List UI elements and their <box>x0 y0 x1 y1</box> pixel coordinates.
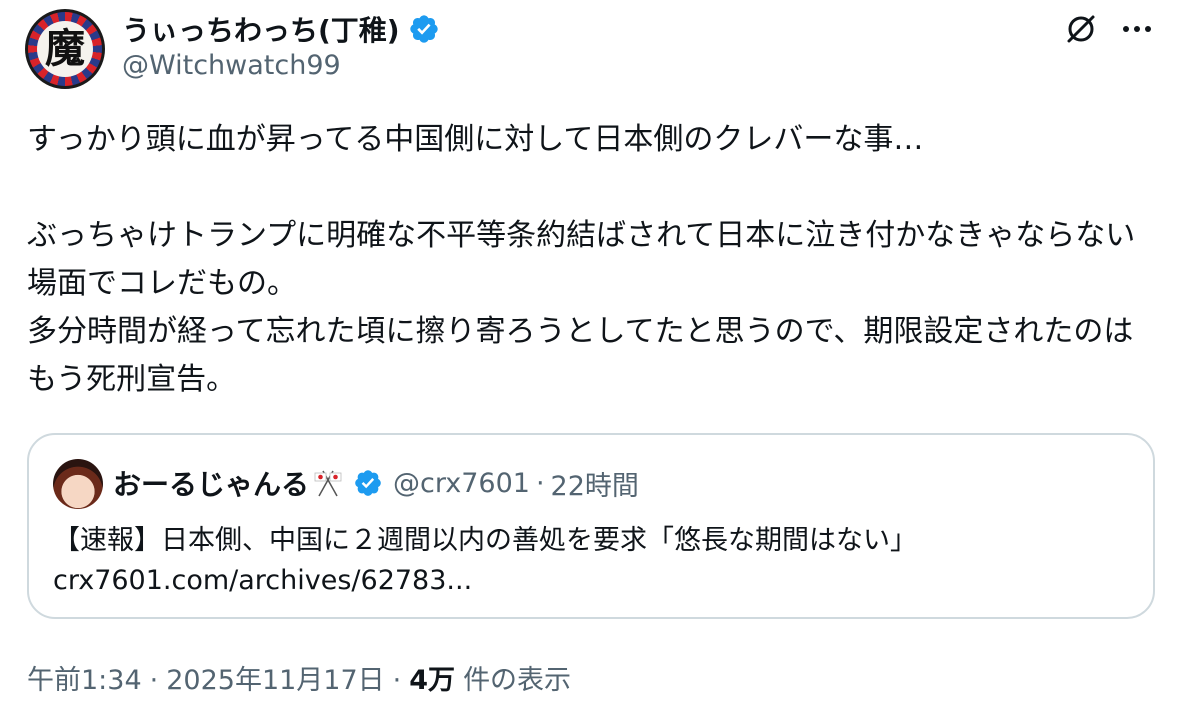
quote-tweet-card[interactable]: おーるじゃんる @crx7601 · 22時間 【速報】日本側、中国に２週間以内… <box>27 433 1155 619</box>
quote-author-name: おーるじゃんる <box>113 468 310 501</box>
tweet-date[interactable]: 2025年11月17日 <box>166 658 384 697</box>
quote-separator: · <box>535 467 545 499</box>
tweet-text: すっかり頭に血が昇ってる中国側に対して日本側のクレバーな事… ぶっちゃけトランプ… <box>27 122 1136 397</box>
grok-icon[interactable] <box>1064 12 1098 46</box>
more-icon[interactable] <box>1120 12 1154 46</box>
author-handle[interactable]: @Witchwatch99 <box>122 50 341 81</box>
crossed-flags-icon <box>313 468 343 498</box>
quote-author-handle: @crx7601 <box>393 467 530 499</box>
meta-separator: · <box>149 665 159 696</box>
author-display-name[interactable]: うぃっちわっち(丁稚) <box>122 9 400 49</box>
meta-separator: · <box>392 665 402 696</box>
verified-badge-icon[interactable] <box>408 13 440 45</box>
tweet-meta: 午前1:34 · 2025年11月17日 · 4万 件の表示 <box>27 658 571 697</box>
author-name-row: うぃっちわっち(丁稚) <box>122 10 440 48</box>
quote-timestamp[interactable]: 22時間 <box>551 464 639 503</box>
quote-body: 【速報】日本側、中国に２週間以内の善処を要求「悠長な期間はない」 crx7601… <box>53 525 917 596</box>
author-avatar[interactable]: 魔 <box>25 9 105 89</box>
top-actions <box>1064 12 1154 46</box>
quote-author-avatar[interactable] <box>53 459 103 509</box>
views-count[interactable]: 4万 <box>409 658 455 697</box>
avatar-glyph: 魔 <box>37 21 93 77</box>
tweet-time[interactable]: 午前1:34 <box>27 658 142 697</box>
views-label: 件の表示 <box>463 665 572 696</box>
quote-verified-badge-icon <box>353 468 383 498</box>
quote-header: おーるじゃんる @crx7601 · 22時間 <box>113 463 639 503</box>
